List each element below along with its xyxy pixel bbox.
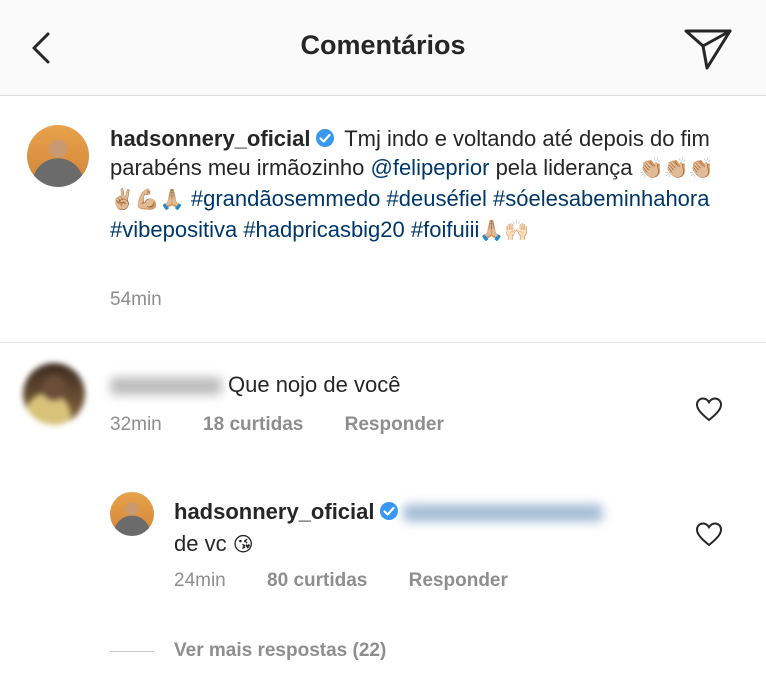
heart-icon[interactable] — [695, 396, 723, 422]
comment-text: Que nojo de você — [228, 372, 401, 397]
reply-avatar[interactable] — [110, 492, 154, 536]
share-icon[interactable] — [683, 27, 733, 71]
divider-line — [110, 651, 154, 652]
reply-time: 24min — [174, 570, 226, 591]
comment-time: 32min — [110, 414, 162, 435]
reply-meta: 24min 80 curtidas Responder — [174, 570, 544, 592]
post-caption: hadsonnery_oficial Tmj indo e voltando a… — [0, 96, 766, 343]
header-bar: Comentários — [0, 0, 766, 96]
comment-reply-button[interactable]: Responder — [345, 414, 444, 435]
verified-badge-icon — [315, 129, 334, 147]
hashtag-link[interactable]: #sóelesabeminhahora — [493, 186, 710, 211]
view-more-replies-button[interactable]: Ver mais respostas (22) — [174, 640, 386, 662]
comment: Que nojo de você — [110, 372, 400, 398]
caption-meta: 54min — [110, 289, 198, 311]
hashtag-link[interactable]: #grandãosemmedo — [191, 186, 381, 211]
comment-likes[interactable]: 18 curtidas — [203, 414, 303, 435]
hashtag-link[interactable]: #deuséfiel — [387, 186, 487, 211]
hashtag-link[interactable]: #foifuiii — [411, 217, 479, 242]
verified-badge-icon — [379, 502, 398, 520]
hashtag-link[interactable]: #vibepositiva — [110, 217, 237, 242]
blurred-username[interactable] — [110, 377, 222, 396]
caption-emojis-2: 🙏🏼🙌🏻 — [479, 220, 530, 242]
caption-text: hadsonnery_oficial Tmj indo e voltando a… — [110, 124, 730, 246]
reply-text: de vc — [174, 531, 227, 556]
reply-reply-button[interactable]: Responder — [409, 570, 508, 591]
reply-likes[interactable]: 80 curtidas — [267, 570, 367, 591]
reply-username[interactable]: hadsonnery_oficial — [174, 499, 375, 524]
hashtag-link[interactable]: #hadpricasbig20 — [243, 217, 404, 242]
caption-username[interactable]: hadsonnery_oficial — [110, 126, 311, 151]
comment-meta: 32min 18 curtidas Responder — [110, 414, 480, 436]
blurred-mention[interactable] — [402, 504, 603, 523]
reply-emoji: 😘 — [232, 534, 254, 556]
mention-link[interactable]: @felipeprior — [371, 155, 490, 180]
avatar[interactable] — [27, 125, 89, 187]
commenter-avatar[interactable] — [23, 363, 85, 425]
caption-body-2: pela liderança — [495, 155, 633, 180]
page-title: Comentários — [300, 30, 466, 60]
heart-icon[interactable] — [695, 521, 723, 547]
caption-time: 54min — [110, 289, 162, 310]
reply: hadsonnery_oficial de vc 😘 — [174, 496, 654, 561]
